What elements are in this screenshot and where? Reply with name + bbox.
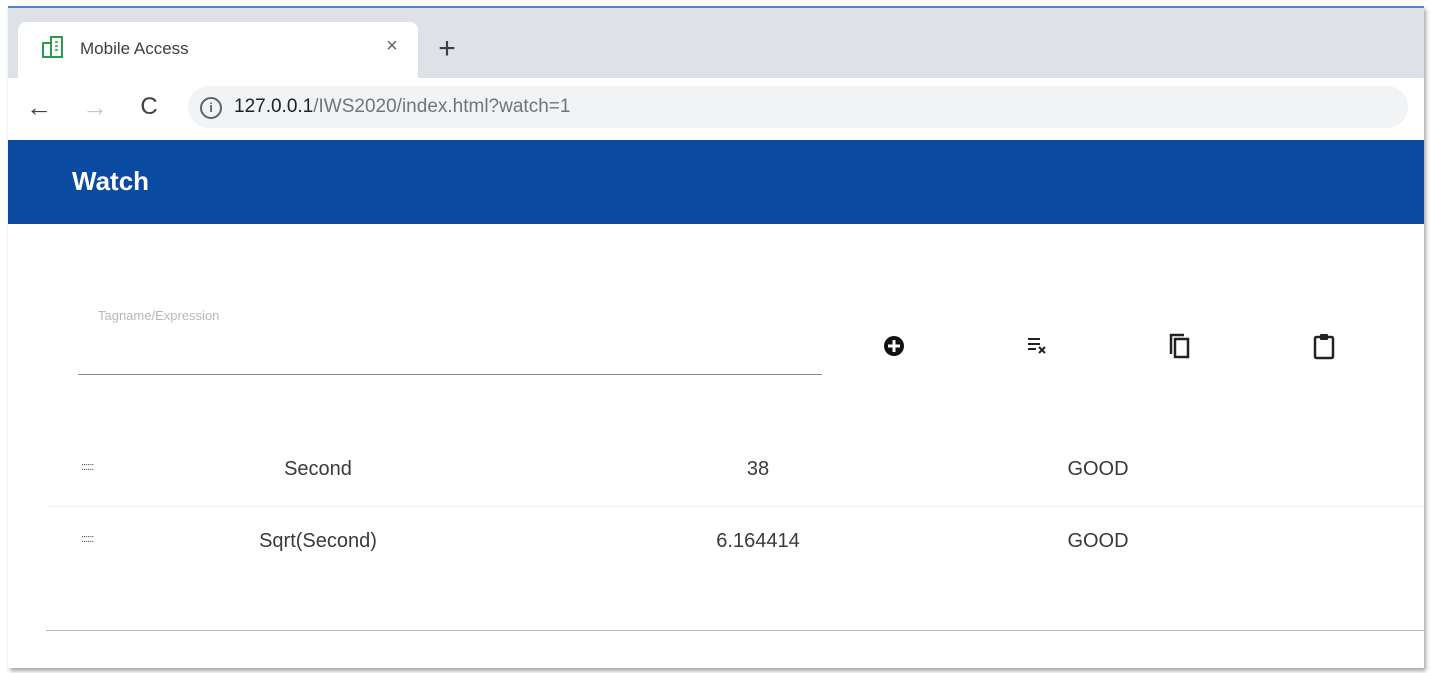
add-circle-icon	[884, 336, 904, 356]
row-status: GOOD	[1067, 530, 1129, 552]
browser-tab[interactable]: Mobile Access ×	[18, 22, 418, 78]
add-button[interactable]	[874, 326, 914, 366]
new-tab-button[interactable]: +	[432, 34, 462, 64]
url-text: 127.0.0.1/IWS2020/index.html?watch=1	[234, 96, 570, 118]
copy-button[interactable]	[1160, 326, 1200, 366]
table-row[interactable]: :::::: Second 38 GOOD	[48, 436, 1424, 507]
paste-icon	[1313, 334, 1335, 360]
row-name: Sqrt(Second)	[259, 530, 377, 552]
tab-strip: Mobile Access × +	[8, 8, 1424, 78]
close-icon[interactable]: ×	[380, 34, 404, 58]
divider	[46, 630, 1424, 631]
row-name: Second	[284, 458, 352, 480]
drag-handle-icon[interactable]: ::::::	[81, 533, 94, 545]
address-bar[interactable]: i 127.0.0.1/IWS2020/index.html?watch=1	[188, 86, 1408, 128]
page-title: Watch	[72, 166, 150, 196]
row-value: 6.164414	[716, 530, 800, 552]
clear-all-button[interactable]	[1018, 326, 1058, 366]
tab-title: Mobile Access	[80, 39, 189, 58]
browser-window: Mobile Access × + ← → C i 127.0.0.1/IWS2…	[8, 6, 1424, 668]
clear-all-icon	[1028, 338, 1046, 354]
forward-arrow-icon[interactable]: →	[80, 92, 110, 122]
back-arrow-icon[interactable]: ←	[24, 92, 54, 122]
row-value: 38	[746, 458, 770, 480]
url-path: /IWS2020/index.html?watch=1	[313, 96, 571, 117]
drag-handle-icon[interactable]: ::::::	[81, 461, 94, 473]
row-status: GOOD	[1067, 458, 1129, 480]
paste-button[interactable]	[1304, 326, 1344, 366]
address-toolbar: ← → C i 127.0.0.1/IWS2020/index.html?wat…	[8, 78, 1424, 140]
table-row[interactable]: :::::: Sqrt(Second) 6.164414 GOOD	[48, 508, 1424, 578]
reload-icon[interactable]: C	[134, 92, 164, 122]
copy-icon	[1169, 333, 1190, 359]
expression-input[interactable]	[78, 298, 822, 375]
building-icon	[42, 36, 63, 58]
app-header: Watch	[8, 140, 1424, 224]
info-icon[interactable]: i	[200, 97, 222, 119]
expression-field[interactable]: Tagname/Expression	[78, 298, 822, 376]
url-host: 127.0.0.1	[234, 96, 314, 117]
